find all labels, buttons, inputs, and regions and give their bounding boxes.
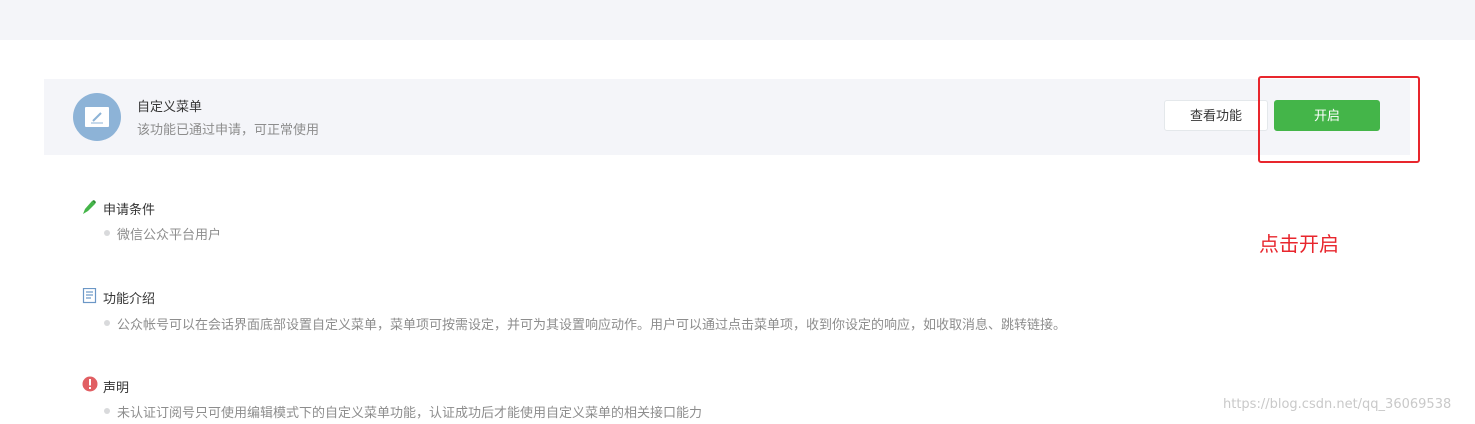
watermark: https://blog.csdn.net/qq_36069538 [1223, 397, 1452, 412]
section-text-introduction: 公众帐号可以在会话界面底部设置自定义菜单，菜单项可按需设定，并可为其设置响应动作… [117, 318, 1067, 333]
bullet-dot [104, 230, 110, 236]
section-title-introduction: 功能介绍 [103, 292, 156, 307]
section-text-statement: 未认证订阅号只可使用编辑模式下的自定义菜单功能，认证成功后才能使用自定义菜单的相… [117, 406, 703, 421]
annotation-text: 点击开启 [1259, 232, 1339, 256]
annotation-highlight-box [1258, 76, 1420, 163]
bullet-dot [104, 320, 110, 326]
top-band [0, 0, 1475, 40]
bullet-dot [104, 408, 110, 414]
feature-card: 自定义菜单 该功能已通过申请，可正常使用 查看功能 开启 [44, 79, 1410, 155]
document-icon [82, 288, 97, 304]
section-title-statement: 声明 [103, 381, 130, 396]
section-text-conditions: 微信公众平台用户 [117, 228, 222, 243]
feature-description: 该功能已通过申请，可正常使用 [137, 123, 320, 138]
view-feature-button[interactable]: 查看功能 [1164, 100, 1268, 131]
section-title-conditions: 申请条件 [103, 203, 156, 218]
exclamation-icon [82, 376, 98, 392]
edit-document-icon [73, 93, 121, 141]
feature-title: 自定义菜单 [137, 100, 203, 115]
pen-icon [83, 200, 96, 214]
